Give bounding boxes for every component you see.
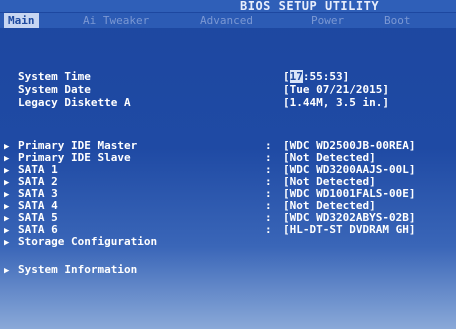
- system-date-label: System Date: [18, 83, 91, 96]
- system-information-item[interactable]: ▶ System Information: [4, 264, 137, 277]
- tab-boot[interactable]: Boot: [384, 13, 411, 28]
- submenu-label: Storage Configuration: [18, 235, 158, 248]
- tab-power[interactable]: Power: [311, 13, 344, 28]
- time-open-bracket: [: [283, 70, 290, 83]
- system-time-label: System Time: [18, 70, 91, 83]
- tab-main[interactable]: Main: [4, 13, 39, 28]
- bios-screen: BIOS SETUP UTILITY Main Ai Tweaker Advan…: [0, 0, 456, 329]
- time-hour-cursor[interactable]: 17: [289, 70, 303, 83]
- system-time-value[interactable]: [17:55:53]: [283, 70, 350, 83]
- tab-ai-tweaker[interactable]: Ai Tweaker: [83, 13, 149, 28]
- tab-advanced[interactable]: Advanced: [200, 13, 253, 28]
- storage-configuration-item[interactable]: ▶ Storage Configuration: [4, 236, 157, 249]
- arrow-right-icon: ▶: [4, 238, 10, 248]
- time-rest: :55:53]: [302, 70, 350, 83]
- device-value: [HL-DT-ST DVDRAM GH]: [283, 223, 416, 236]
- legacy-diskette-label: Legacy Diskette A: [18, 96, 131, 109]
- arrow-right-icon: ▶: [4, 266, 10, 276]
- title-bar: [0, 0, 456, 12]
- colon-separator: :: [265, 223, 272, 236]
- bios-title: BIOS SETUP UTILITY: [240, 0, 380, 13]
- legacy-diskette-value[interactable]: [1.44M, 3.5 in.]: [283, 97, 389, 109]
- system-date-value[interactable]: [Tue 07/21/2015]: [283, 84, 389, 96]
- submenu-label: System Information: [18, 263, 138, 276]
